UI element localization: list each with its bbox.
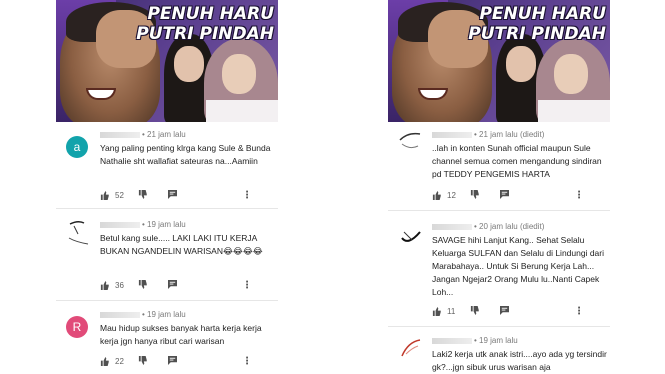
thumbs-down-icon — [138, 356, 147, 365]
avatar[interactable] — [398, 224, 421, 246]
comment-text: ..lah in konten Sunah official maupun Su… — [432, 143, 602, 179]
avatar[interactable]: R — [66, 316, 88, 338]
comment-meta: • 19 jam lalu — [100, 220, 186, 229]
more-vert-icon[interactable]: ⋮ — [242, 356, 252, 367]
thumbs-up-icon — [100, 281, 109, 290]
comment-item: R • 19 jam lalu Mau hidup sukses banyak … — [56, 306, 278, 374]
like-button[interactable]: 11 — [432, 307, 470, 316]
sketch-avatar-icon — [401, 339, 421, 357]
sketch-avatar-icon — [68, 220, 89, 245]
comment-text: Mau hidup sukses banyak harta kerja kerj… — [100, 323, 262, 346]
divider — [56, 208, 278, 209]
dislike-button[interactable] — [138, 280, 168, 291]
comment-actions: 36 ⋮ — [100, 280, 252, 291]
reply-comment-icon — [168, 280, 177, 289]
more-vert-icon[interactable]: ⋮ — [574, 306, 584, 317]
reply-button[interactable] — [168, 356, 242, 367]
thumbnail-title: PENUH HARU PUTRI PINDAH — [136, 4, 274, 44]
reply-comment-icon — [500, 306, 509, 315]
comment-text: Laki2 kerja utk anak istri....ayo ada yg… — [432, 349, 607, 372]
reply-comment-icon — [168, 190, 177, 199]
reply-comment-icon — [500, 190, 509, 199]
comments-panel-left: PENUH HARU PUTRI PINDAH a • 21 jam lalu … — [56, 0, 278, 374]
more-vert-icon[interactable]: ⋮ — [574, 190, 584, 201]
comment-actions: 11 ⋮ — [432, 306, 584, 317]
comment-item: • 21 jam lalu (diedit) ..lah in konten S… — [388, 126, 610, 206]
thumbs-down-icon — [138, 280, 147, 289]
comments-panel-right: PENUH HARU PUTRI PINDAH • 21 jam lalu (d… — [388, 0, 610, 374]
dislike-button[interactable] — [470, 190, 500, 201]
thumbs-up-icon — [100, 357, 109, 366]
thumbs-up-icon — [432, 191, 441, 200]
comment-text: Yang paling penting klrga kang Sule & Bu… — [100, 143, 271, 166]
dislike-button[interactable] — [138, 356, 168, 367]
comment-meta: • 21 jam lalu (diedit) — [432, 130, 544, 139]
comment-text: SAVAGE hihi Lanjut Kang.. Sehat Selalu K… — [432, 235, 605, 297]
comment-meta: • 20 jam lalu (diedit) — [432, 222, 544, 231]
comment-item: • 19 jam lalu Laki2 kerja utk anak istri… — [388, 332, 610, 374]
avatar[interactable] — [66, 220, 89, 245]
divider — [388, 210, 610, 211]
dislike-button[interactable] — [138, 190, 168, 201]
video-thumbnail[interactable]: PENUH HARU PUTRI PINDAH — [56, 0, 278, 122]
divider — [388, 326, 610, 327]
reply-button[interactable] — [168, 280, 242, 291]
avatar[interactable] — [398, 336, 421, 358]
comment-actions: 52 ⋮ — [100, 190, 252, 201]
avatar[interactable] — [398, 130, 421, 152]
comment-actions: 22 ⋮ — [100, 356, 252, 367]
reply-button[interactable] — [168, 190, 242, 201]
video-thumbnail[interactable]: PENUH HARU PUTRI PINDAH — [388, 0, 610, 122]
divider — [56, 300, 278, 301]
comment-meta: • 21 jam lalu — [100, 130, 186, 139]
comment-actions: 12 ⋮ — [432, 190, 584, 201]
comment-item: a • 21 jam lalu Yang paling penting klrg… — [56, 126, 278, 206]
like-button[interactable]: 52 — [100, 191, 138, 200]
thumbnail-title: PENUH HARU PUTRI PINDAH — [468, 4, 606, 44]
comment-item: • 19 jam lalu Betul kang sule..... LAKI … — [56, 216, 278, 296]
avatar[interactable]: a — [66, 136, 88, 158]
thumbs-down-icon — [138, 190, 147, 199]
dislike-button[interactable] — [470, 306, 500, 317]
more-vert-icon[interactable]: ⋮ — [242, 190, 252, 201]
comment-text: Betul kang sule..... LAKI LAKI ITU KERJA… — [100, 233, 263, 256]
thumbs-down-icon — [470, 306, 479, 315]
thumbs-up-icon — [432, 307, 441, 316]
reply-button[interactable] — [500, 306, 574, 317]
reply-comment-icon — [168, 356, 177, 365]
sketch-avatar-icon — [399, 132, 421, 149]
like-button[interactable]: 36 — [100, 281, 138, 290]
like-button[interactable]: 22 — [100, 357, 138, 366]
comment-item: • 20 jam lalu (diedit) SAVAGE hihi Lanju… — [388, 218, 610, 318]
sketch-avatar-icon — [401, 231, 421, 242]
comment-meta: • 19 jam lalu — [432, 336, 518, 345]
thumbs-up-icon — [100, 191, 109, 200]
comment-meta: • 19 jam lalu — [100, 310, 186, 319]
thumbs-down-icon — [470, 190, 479, 199]
like-button[interactable]: 12 — [432, 191, 470, 200]
reply-button[interactable] — [500, 190, 574, 201]
more-vert-icon[interactable]: ⋮ — [242, 280, 252, 291]
